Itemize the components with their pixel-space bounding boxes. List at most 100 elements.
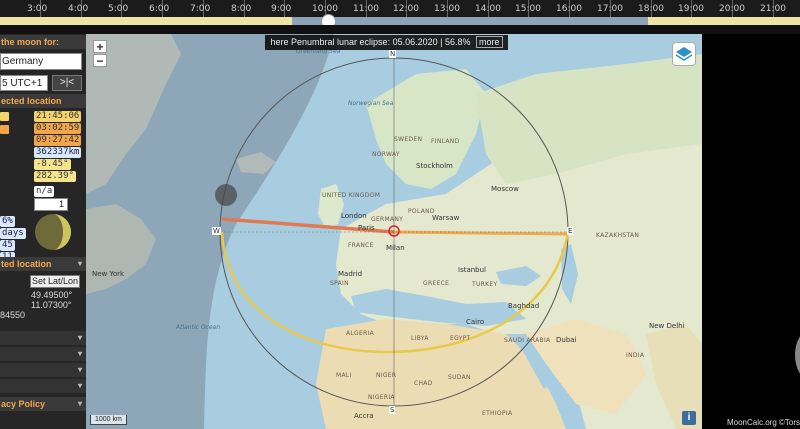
eclipse-banner-text: here Penumbral lunar eclipse: 05.06.2020… [270, 37, 471, 47]
label-stockholm: Stockholm [416, 162, 453, 170]
timeline-hour-label: 13:00 [434, 4, 460, 14]
label-libya: LIBYA [411, 335, 429, 342]
moonset-icon [0, 125, 9, 134]
side-panel: the moon for: Germany 5 UTC+1 >|< ected … [0, 34, 86, 429]
label-milan: Milan [386, 244, 405, 252]
label-atlantic: Atlantic Ocean [176, 324, 221, 331]
label-baghdad: Baghdad [508, 302, 540, 310]
timezone-field[interactable]: 5 UTC+1 [0, 75, 48, 91]
timeline-hour-label: 8:00 [231, 4, 252, 14]
chevron-down-icon: ▾ [77, 381, 82, 390]
compass-east: E [567, 227, 574, 235]
chevron-down-icon: ▾ [77, 259, 82, 268]
timeline-hour-label: 21:00 [760, 4, 786, 14]
mooncalc-app: 3:00 4:00 5:00 6:00 7:00 8:00 9:00 10:00 11:00 12… [0, 0, 800, 429]
timeline-hour-label: 5:00 [108, 4, 129, 14]
label-turkey: TURKEY [472, 281, 498, 288]
label-sweden: SWEDEN [394, 136, 423, 143]
label-new-delhi: New Delhi [649, 322, 685, 330]
location-code: 84550 [0, 310, 26, 320]
collapsed-section-1[interactable]: ▾ [0, 331, 86, 345]
layers-button[interactable] [672, 42, 696, 66]
section-header-located[interactable]: ted location ▾ [0, 257, 86, 271]
map-scale: 1000 km [90, 415, 127, 425]
label-paris: Paris [358, 224, 375, 232]
layers-icon [675, 47, 693, 61]
moonset-time: 09:27:42 [34, 135, 82, 146]
moon-phase-icon [35, 214, 71, 250]
azimuth-value: 282.39° [34, 171, 76, 182]
nav-button[interactable]: >|< [52, 75, 82, 91]
label-nigeria: NIGERIA [368, 394, 395, 401]
moon-age-days: days [0, 228, 26, 239]
timeline-footer [0, 25, 800, 34]
more-link[interactable]: more [475, 36, 503, 48]
privacy-policy-link[interactable]: acy Policy [1, 399, 45, 409]
map-view[interactable]: N S E W FINLAND SWEDEN NORWAY Stockholm … [86, 34, 702, 429]
label-ethiopia: ETHIOPIA [482, 410, 513, 417]
zoom-out-button[interactable]: − [93, 54, 107, 67]
label-istanbul: Istanbul [458, 266, 487, 274]
timeline-hour-label: 16:00 [556, 4, 582, 14]
label-chad: CHAD [414, 380, 433, 387]
timeline-hour-label: 12:00 [393, 4, 419, 14]
latitude-value: 49.49500° [31, 290, 73, 300]
label-saudi-arabia: SAUDI ARABIA [504, 337, 551, 344]
label-norway: NORWAY [372, 151, 400, 158]
label-warsaw: Warsaw [432, 214, 460, 222]
chevron-down-icon: ▾ [77, 399, 82, 408]
timeline-hour-label: 10:00 [312, 4, 338, 14]
timeline-hour-label: 15:00 [515, 4, 541, 14]
label-poland: POLAND [408, 208, 435, 215]
timeline-hour-label: 6:00 [149, 4, 170, 14]
distance-value: 362337km [34, 147, 82, 158]
timeline-hours: 3:00 4:00 5:00 6:00 7:00 8:00 9:00 10:00 11:00 12… [0, 0, 800, 17]
label-algeria: ALGERIA [346, 330, 375, 337]
moonrise-time: 21:45:06 [34, 111, 82, 122]
collapsed-section-4[interactable]: ▾ [0, 379, 86, 393]
value-45: 45 [0, 240, 15, 251]
chevron-down-icon: ▾ [77, 365, 82, 374]
illumination-value: 6% [0, 216, 15, 227]
timeline[interactable]: 3:00 4:00 5:00 6:00 7:00 8:00 9:00 10:00 11:00 12… [0, 0, 800, 34]
label-germany: GERMANY [371, 216, 404, 223]
collapsed-section-2[interactable]: ▾ [0, 347, 86, 361]
section-title: ected location [1, 96, 62, 106]
count-input[interactable]: 1 [34, 198, 68, 211]
timeline-hour-label: 18:00 [638, 4, 664, 14]
section-title: the moon for: [1, 37, 59, 47]
timeline-hour-label: 14:00 [475, 4, 501, 14]
label-mali: MALI [336, 372, 352, 379]
compass-west: W [212, 227, 221, 235]
timeline-hour-label: 20:00 [719, 4, 745, 14]
label-finland: FINLAND [431, 138, 460, 145]
label-niger: NIGER [376, 372, 397, 379]
label-kazakhstan: KAZAKHSTAN [596, 232, 640, 239]
chevron-down-icon: ▾ [77, 349, 82, 358]
collapsed-section-3[interactable]: ▾ [0, 363, 86, 377]
location-input[interactable]: Germany [0, 53, 82, 70]
label-egypt: EGYPT [450, 335, 471, 342]
zoom-in-button[interactable]: + [93, 40, 107, 53]
altitude-value: -8.45° [34, 159, 71, 170]
label-norwegian-sea: Norwegian Sea [348, 100, 394, 107]
section-header-selected-location[interactable]: ected location [0, 94, 86, 108]
eclipse-banner: here Penumbral lunar eclipse: 05.06.2020… [265, 35, 508, 50]
section-header-privacy[interactable]: acy Policy ▾ [0, 397, 86, 411]
label-london: London [341, 212, 367, 220]
compass-north: N [389, 50, 397, 58]
label-accra: Accra [354, 412, 374, 420]
info-button[interactable]: i [682, 411, 696, 425]
label-india: INDIA [626, 352, 645, 359]
compass-south: S [389, 406, 396, 414]
timeline-daylight-band [0, 17, 800, 25]
timeline-hour-label: 7:00 [190, 4, 211, 14]
set-latlon-button[interactable]: Set Lat/Lon [30, 275, 80, 288]
timeline-hour-label: 4:00 [68, 4, 89, 14]
copyright-text: MoonCalc.org ©Tors [726, 418, 800, 427]
section-header-moon-for[interactable]: the moon for: [0, 35, 86, 49]
chevron-down-icon: ▾ [77, 333, 82, 342]
label-united-kingdom: UNITED KINGDOM [322, 192, 381, 199]
right-panel [702, 34, 800, 429]
timeline-hour-label: 19:00 [678, 4, 704, 14]
